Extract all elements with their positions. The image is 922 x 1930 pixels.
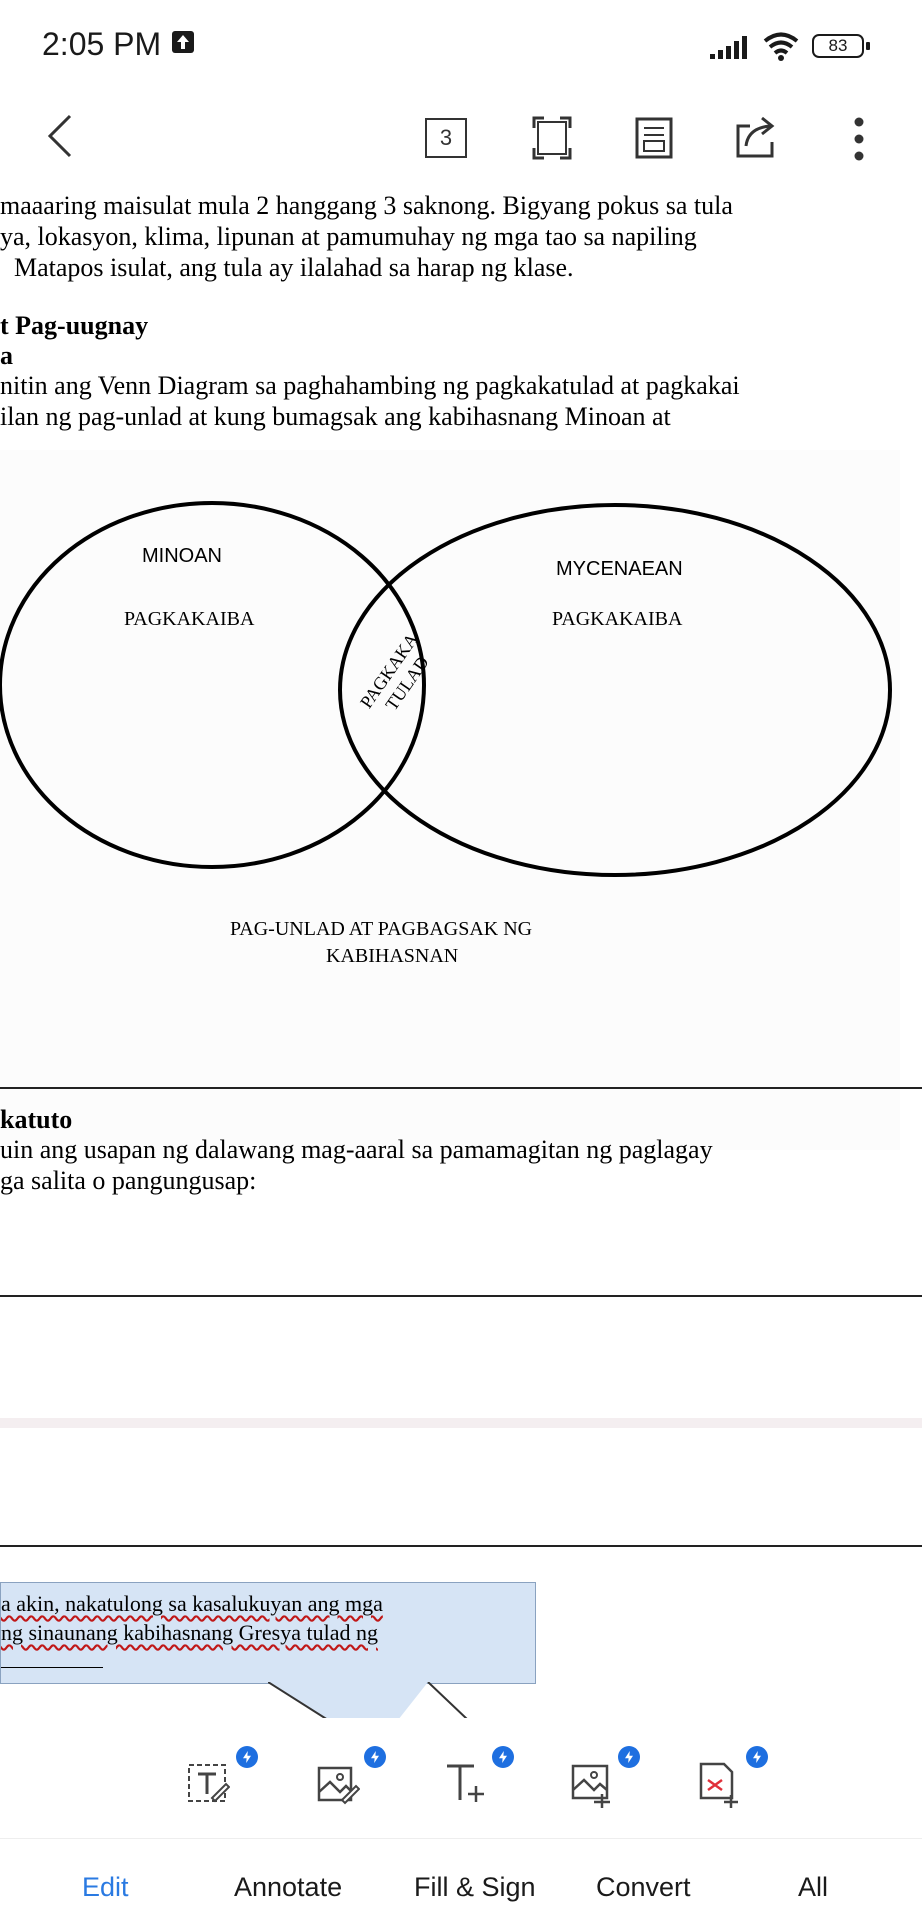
- page-view-icon[interactable]: [634, 116, 674, 160]
- status-bar: 2:05 PM 83: [0, 0, 922, 96]
- premium-badge-icon: [746, 1746, 768, 1768]
- signal-icon: [710, 36, 747, 59]
- speech-bubble: a akin, nakatulong sa kasalukuyan ang mg…: [0, 1582, 536, 1684]
- fullscreen-icon[interactable]: [532, 116, 572, 160]
- tab-annotate[interactable]: Annotate: [234, 1872, 342, 1903]
- page-number-badge[interactable]: 3: [425, 118, 467, 158]
- venn-right-label: PAGKAKAIBA: [552, 608, 683, 630]
- paragraph-line: Matapos isulat, ang tula ay ilalahad sa …: [14, 253, 574, 282]
- instruction-line: ilan ng pag-unlad at kung bumagsak ang k…: [0, 402, 671, 431]
- add-text-icon[interactable]: [444, 1760, 488, 1806]
- page-gap: [0, 1418, 922, 1428]
- horizontal-rule: [0, 1545, 922, 1547]
- venn-caption-line: PAG-UNLAD AT PAGBAGSAK NG: [230, 918, 533, 940]
- add-image-icon[interactable]: [570, 1762, 614, 1808]
- tab-convert[interactable]: Convert: [596, 1872, 691, 1903]
- paragraph-line: ya, lokasyon, klima, lipunan at pamumuha…: [0, 222, 697, 251]
- premium-badge-icon: [236, 1746, 258, 1768]
- edit-text-icon[interactable]: [186, 1762, 230, 1806]
- tab-edit[interactable]: Edit: [82, 1872, 129, 1903]
- more-options-icon[interactable]: [852, 116, 866, 162]
- venn-circles: [0, 501, 892, 877]
- venn-right-title: MYCENAEAN: [556, 558, 683, 580]
- venn-diagram: MINOAN PAGKAKAIBA MYCENAEAN PAGKAKAIBA P…: [0, 450, 900, 1150]
- instruction-line: uin ang usapan ng dalawang mag-aaral sa …: [0, 1135, 713, 1164]
- premium-badge-icon: [364, 1746, 386, 1768]
- section-subheading: a: [0, 341, 13, 370]
- paragraph-line: maaaring maisulat mula 2 hanggang 3 sakn…: [0, 191, 733, 220]
- section-heading: t Pag-uugnay: [0, 311, 149, 340]
- battery-icon: 83: [812, 34, 864, 58]
- battery-tip: [866, 42, 870, 50]
- premium-badge-icon: [492, 1746, 514, 1768]
- wifi-icon: [763, 32, 799, 61]
- section-heading: katuto: [0, 1105, 73, 1134]
- instruction-line: ga salita o pangungusap:: [0, 1166, 257, 1195]
- bubble-line: ng sinaunang kabihasnang Gresya tulad ng: [1, 1620, 378, 1645]
- horizontal-rule: [0, 1295, 922, 1297]
- tab-fill-sign[interactable]: Fill & Sign: [414, 1872, 536, 1903]
- upload-notification-icon: [172, 31, 194, 53]
- add-signature-icon[interactable]: [698, 1762, 742, 1808]
- horizontal-rule: [0, 1087, 922, 1089]
- instruction-line: nitin ang Venn Diagram sa paghahambing n…: [0, 371, 740, 400]
- status-time: 2:05 PM: [42, 26, 162, 62]
- tab-all[interactable]: All: [798, 1872, 828, 1903]
- bubble-line: a akin, nakatulong sa kasalukuyan ang mg…: [1, 1591, 383, 1616]
- premium-badge-icon: [618, 1746, 640, 1768]
- speech-bubble-tail: [268, 1682, 469, 1720]
- edit-image-icon[interactable]: [316, 1762, 360, 1806]
- venn-caption-line: KABIHASNAN: [326, 945, 459, 967]
- venn-left-title: MINOAN: [142, 545, 222, 567]
- document-page: maaaring maisulat mula 2 hanggang 3 sakn…: [0, 180, 922, 1720]
- share-icon[interactable]: [732, 112, 780, 162]
- back-icon[interactable]: [44, 114, 74, 158]
- blank-line: [1, 1667, 103, 1668]
- venn-left-label: PAGKAKAIBA: [124, 608, 255, 630]
